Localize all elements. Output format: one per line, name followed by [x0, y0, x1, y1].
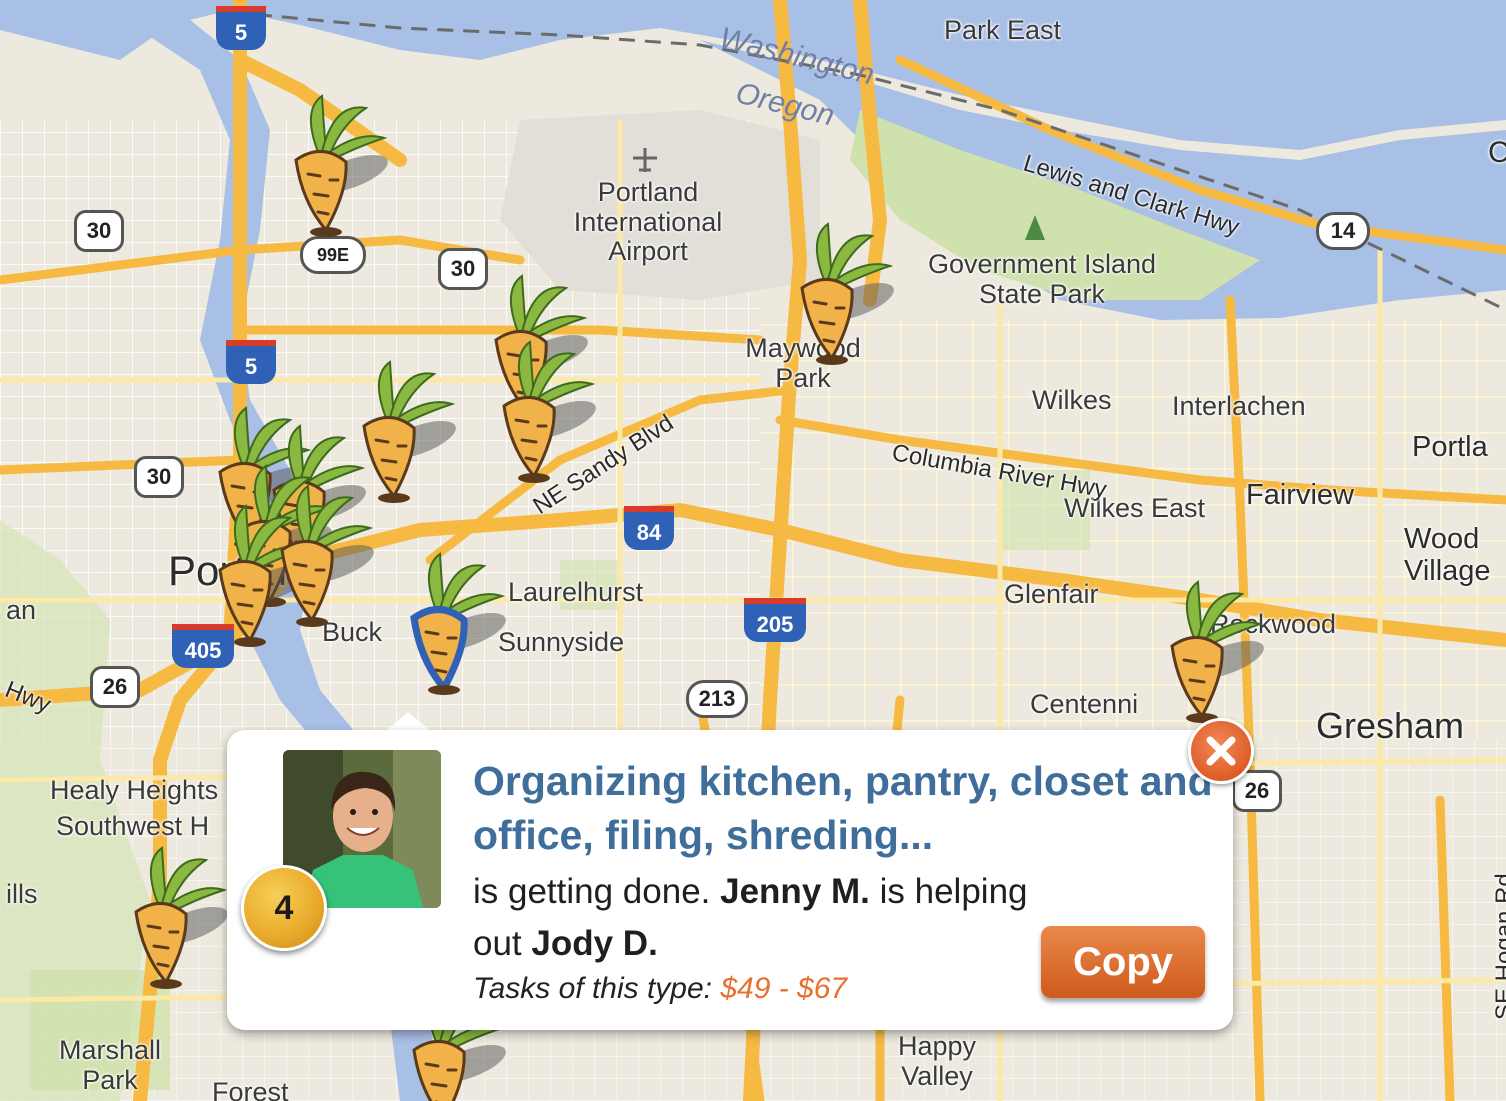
place-label: Park East	[944, 15, 1062, 45]
carrot-marker-icon[interactable]	[768, 218, 898, 368]
task-title-link[interactable]: Organizing kitchen, pantry, closet and o…	[473, 754, 1233, 862]
task-count-badge: 4	[241, 865, 327, 951]
us-route-shield: 30	[134, 456, 184, 498]
state-route-shield: 14	[1316, 212, 1370, 250]
place-label: Government Island State Park	[927, 249, 1157, 309]
place-label: Forest	[212, 1077, 289, 1101]
interstate-shield: 5	[216, 6, 266, 50]
carrot-marker-icon[interactable]	[102, 842, 232, 992]
task-info-popup: 4 Organizing kitchen, pantry, closet and…	[227, 730, 1233, 1030]
place-label: Marshall Park	[58, 1035, 162, 1095]
tasker-name: Jenny M.	[720, 872, 870, 911]
carrot-marker-icon[interactable]	[248, 480, 378, 630]
price-range: $49 - $67	[720, 972, 848, 1005]
interstate-shield: 84	[624, 506, 674, 550]
place-label: Portland International Airport	[573, 177, 723, 267]
copy-button[interactable]: Copy	[1041, 926, 1205, 998]
price-line: Tasks of this type: $49 - $67	[473, 972, 847, 1006]
state-route-shield: 213	[686, 680, 748, 718]
us-route-shield: 26	[90, 666, 140, 708]
place-label: Southwest H	[56, 811, 210, 841]
place-label: Happy Valley	[897, 1031, 977, 1091]
place-label: Glenfair	[1004, 579, 1099, 609]
us-route-shield: 30	[74, 210, 124, 252]
place-label: an	[6, 595, 37, 625]
place-label: Gresham	[1316, 705, 1465, 746]
place-label: Laurelhurst	[508, 577, 644, 607]
interstate-shield: 205	[744, 598, 806, 642]
client-name: Jody D.	[531, 924, 658, 963]
place-label: Sunnyside	[498, 627, 625, 657]
place-label: Centenni	[1030, 689, 1139, 719]
carrot-marker-selected-icon[interactable]	[380, 548, 510, 698]
map-canvas[interactable]: Washington Oregon Park East Portland Int…	[0, 0, 1506, 1101]
task-description: is getting done. Jenny M. is helping out…	[473, 866, 1033, 970]
place-label: Fairview	[1246, 479, 1354, 511]
place-label: Interlachen	[1172, 391, 1306, 421]
carrot-marker-icon[interactable]	[1138, 576, 1268, 726]
price-label: Tasks of this type:	[473, 972, 721, 1005]
road-label: SE Hogan Rd	[1491, 873, 1506, 1020]
interstate-shield: 5	[226, 340, 276, 384]
carrot-marker-icon[interactable]	[470, 336, 600, 486]
place-label: Portla	[1412, 431, 1488, 463]
place-label: ills	[6, 879, 38, 909]
state-route-shield: 99E	[300, 236, 366, 274]
carrot-marker-icon[interactable]	[262, 90, 392, 240]
place-label: Healy Heights	[50, 775, 219, 805]
place-label: C	[1488, 136, 1506, 169]
place-label: Wilkes	[1032, 385, 1112, 415]
desc-text: is getting done.	[473, 872, 721, 911]
place-label: Wood Village	[1404, 523, 1491, 587]
close-icon[interactable]	[1188, 718, 1254, 784]
